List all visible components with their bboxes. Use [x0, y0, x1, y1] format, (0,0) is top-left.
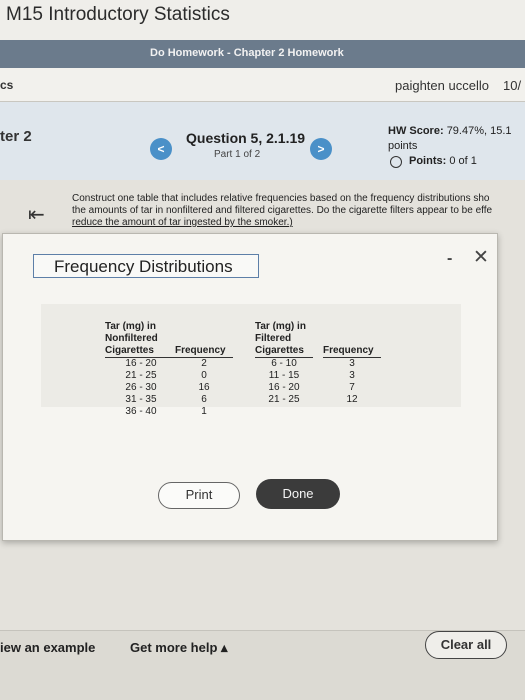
points-value: 0 of 1: [449, 155, 477, 167]
close-icon[interactable]: ✕: [473, 246, 489, 269]
question-part: Part 1 of 2: [214, 149, 261, 160]
course-title: M15 Introductory Statistics: [6, 4, 230, 25]
table-cell: 11 - 15: [268, 370, 300, 381]
nonfiltered-class-column: Tar (mg) in Nonfiltered Cigarettes 16 - …: [105, 321, 177, 418]
date-label: 10/: [503, 78, 522, 93]
table-cell: 6: [201, 394, 207, 405]
get-more-help-button[interactable]: Get more help ▴: [130, 640, 228, 656]
next-question-button[interactable]: >: [310, 138, 332, 160]
hw-score: HW Score: 79.47%, 15.1: [388, 125, 512, 137]
table-header-text: Tar (mg) in: [255, 321, 306, 332]
table-cell: 3: [349, 358, 355, 369]
chevron-left-icon: <: [157, 142, 165, 156]
hw-score-unit: points: [388, 140, 418, 152]
view-example-link[interactable]: iew an example: [0, 640, 95, 655]
done-button[interactable]: Done: [256, 479, 340, 509]
nonfiltered-frequency-column: Frequency 2 0 16 6 1: [175, 345, 233, 418]
table-cell: 12: [346, 394, 358, 405]
hw-score-label: HW Score:: [388, 125, 444, 137]
instructions-line-3[interactable]: reduce the amount of tar ingested by the…: [72, 217, 525, 229]
chevron-right-icon: >: [317, 142, 325, 156]
chapter-label: ter 2: [0, 128, 32, 145]
clear-all-button[interactable]: Clear all: [425, 631, 507, 659]
filtered-frequency-column: Frequency 3 3 7 12: [323, 345, 381, 406]
question-instructions: Construct one table that includes relati…: [72, 193, 525, 229]
table-header-text: Frequency: [323, 345, 381, 358]
minimize-icon[interactable]: -: [447, 250, 452, 268]
table-header-text: Cigarettes: [255, 345, 313, 358]
collapse-panel-icon[interactable]: ⇤: [28, 202, 45, 227]
table-cell: 6 - 10: [271, 358, 297, 369]
table-cell: 16: [198, 382, 210, 393]
table-cell: 3: [349, 370, 355, 381]
previous-question-button[interactable]: <: [150, 138, 172, 160]
hw-score-value: 79.47%, 15.1: [446, 125, 512, 137]
question-title: Question 5, 2.1.19: [186, 130, 306, 146]
table-cell: 16 - 20: [268, 382, 300, 393]
dialog-title: Frequency Distributions: [33, 254, 259, 278]
user-name: paighten uccello: [395, 78, 489, 93]
table-header-text: Filtered: [255, 333, 292, 344]
homework-title: Do Homework - Chapter 2 Homework: [150, 47, 344, 59]
table-cell: 21 - 25: [125, 370, 157, 381]
table-cell: 2: [201, 358, 207, 369]
points-status: Points: 0 of 1: [409, 155, 477, 167]
table-header-text: Frequency: [175, 345, 233, 358]
table-cell: 16 - 20: [125, 358, 157, 369]
dialog-title-text: Frequency Distributions: [54, 257, 233, 276]
table-header-text: Cigarettes: [105, 345, 177, 358]
table-header-text: Tar (mg) in: [105, 321, 156, 332]
breadcrumb[interactable]: cs: [0, 78, 13, 92]
table-header-text: Nonfiltered: [105, 333, 158, 344]
table-cell: 31 - 35: [125, 394, 157, 405]
user-bar: cs paighten uccello 10/: [0, 68, 525, 102]
filtered-class-column: Tar (mg) in Filtered Cigarettes 6 - 10 1…: [255, 321, 313, 406]
table-cell: 21 - 25: [268, 394, 300, 405]
frequency-distributions-dialog: Frequency Distributions - ✕ Tar (mg) in …: [2, 233, 498, 541]
table-cell: 1: [201, 406, 207, 417]
table-cell: 7: [349, 382, 355, 393]
table-cell: 0: [201, 370, 207, 381]
instructions-line-1: Construct one table that includes relati…: [72, 193, 490, 204]
table-cell: 26 - 30: [125, 382, 157, 393]
homework-header-bar: Do Homework - Chapter 2 Homework: [0, 40, 525, 68]
points-radio-icon: [390, 156, 402, 168]
frequency-table: Tar (mg) in Nonfiltered Cigarettes 16 - …: [41, 304, 461, 417]
app-title-bar: M15 Introductory Statistics: [0, 0, 525, 40]
table-cell: 36 - 40: [125, 406, 157, 417]
points-label: Points:: [409, 155, 447, 167]
instructions-line-2: the amounts of tar in nonfiltered and fi…: [72, 205, 493, 216]
print-button[interactable]: Print: [158, 482, 240, 509]
